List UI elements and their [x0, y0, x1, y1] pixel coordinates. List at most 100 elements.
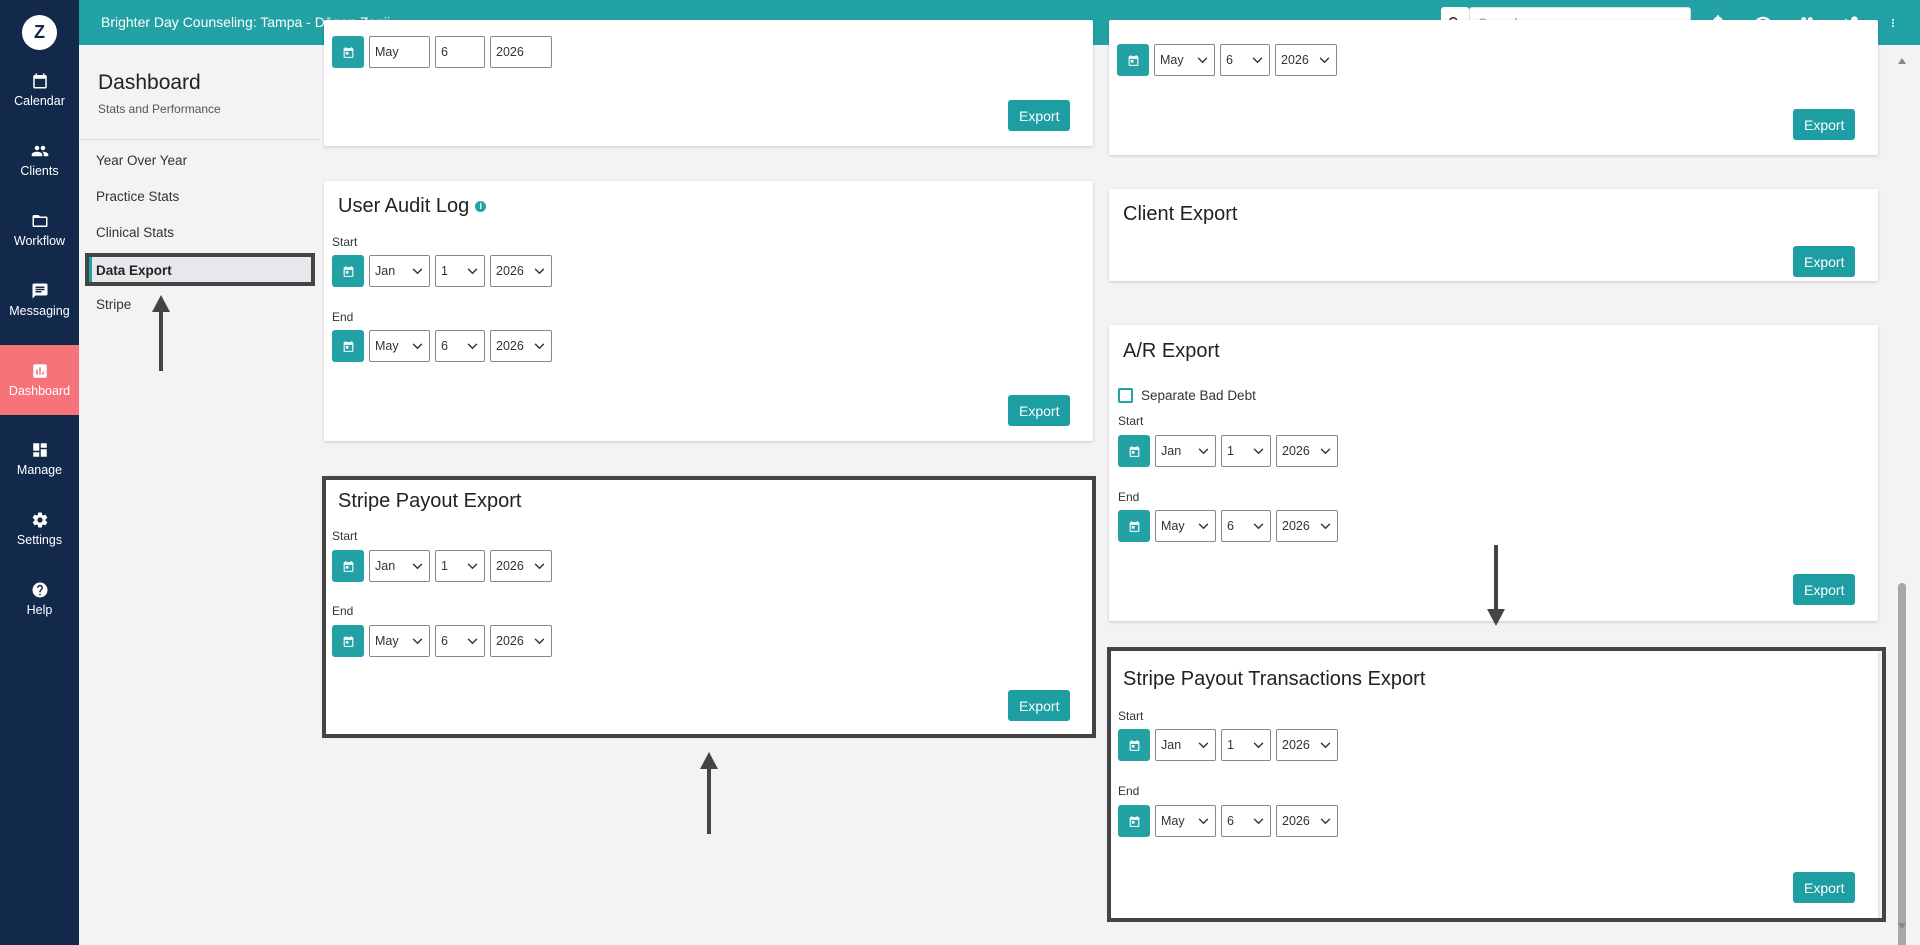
rail-item-messaging[interactable]: Messaging: [0, 267, 79, 333]
day-select[interactable]: 1: [435, 550, 485, 582]
export-button[interactable]: Export: [1793, 574, 1856, 605]
more-menu-button[interactable]: [1887, 12, 1899, 34]
chevron-down-icon: [534, 267, 545, 274]
chevron-down-icon: [534, 637, 545, 644]
subnav-item-stripe[interactable]: Stripe: [96, 297, 131, 312]
rail-label: Messaging: [9, 304, 70, 318]
export-button[interactable]: Export: [1008, 690, 1071, 721]
year-select[interactable]: 2026: [1276, 729, 1338, 761]
month-select[interactable]: Jan: [1155, 729, 1216, 761]
year-select[interactable]: 2026: [1276, 510, 1338, 542]
subnav-item-year-over-year[interactable]: Year Over Year: [96, 153, 187, 168]
chevron-down-icon: [1319, 56, 1330, 63]
year-select[interactable]: 2026: [1276, 805, 1338, 837]
year-select[interactable]: 2026: [490, 36, 552, 68]
rail-label: Clients: [20, 164, 59, 178]
calendar-icon: [343, 265, 353, 277]
rail-item-dashboard[interactable]: Dashboard: [0, 345, 79, 415]
calendar-button[interactable]: [1117, 44, 1149, 76]
rail-item-settings[interactable]: Settings: [0, 496, 79, 562]
year-select[interactable]: 2026: [490, 550, 552, 582]
export-button[interactable]: Export: [1793, 246, 1856, 277]
chevron-down-icon: [534, 562, 545, 569]
calendar-button[interactable]: [1118, 805, 1150, 837]
month-select[interactable]: May: [369, 36, 430, 68]
day-select[interactable]: 1: [435, 255, 485, 287]
day-select[interactable]: 1: [1221, 729, 1271, 761]
checkbox-label: Separate Bad Debt: [1141, 388, 1256, 403]
rail-item-calendar[interactable]: Calendar: [0, 57, 79, 123]
day-select[interactable]: 6: [1220, 44, 1270, 76]
calendar-button[interactable]: [332, 625, 364, 657]
month-select[interactable]: May: [1155, 510, 1216, 542]
year-select[interactable]: 2026: [490, 330, 552, 362]
year-select[interactable]: 2026: [490, 625, 552, 657]
divider: [79, 139, 320, 140]
calendar-button[interactable]: [1118, 729, 1150, 761]
export-button[interactable]: Export: [1793, 872, 1856, 903]
year-select[interactable]: 2026: [490, 255, 552, 287]
start-label: Start: [1118, 414, 1144, 428]
scroll-thumb[interactable]: [1898, 583, 1906, 945]
gear-icon: [32, 512, 47, 528]
chevron-down-icon: [1320, 817, 1331, 824]
rail-item-manage[interactable]: Manage: [0, 426, 79, 492]
subnav-item-practice-stats[interactable]: Practice Stats: [96, 189, 179, 204]
calendar-button[interactable]: [332, 330, 364, 362]
chevron-down-icon: [467, 267, 478, 274]
day-select[interactable]: 6: [1221, 805, 1271, 837]
calendar-button[interactable]: [332, 255, 364, 287]
info-icon[interactable]: i: [475, 201, 487, 213]
calendar-button[interactable]: [332, 36, 364, 68]
rail-item-help[interactable]: Help: [0, 566, 79, 632]
calendar-button[interactable]: [1118, 435, 1150, 467]
chevron-down-icon: [1253, 447, 1264, 454]
separate-bad-debt-checkbox[interactable]: [1118, 388, 1133, 403]
end-label: End: [1118, 490, 1140, 504]
message-icon: [32, 283, 47, 299]
day-select[interactable]: 6: [435, 36, 485, 68]
export-card-partial-left: May 6 2026 Export: [324, 20, 1093, 146]
annotation-arrow-down: [1487, 545, 1505, 626]
day-select[interactable]: 6: [1221, 510, 1271, 542]
calendar-icon: [343, 560, 353, 572]
calendar-button[interactable]: [1118, 510, 1150, 542]
subnav-header: Dashboard Stats and Performance: [98, 71, 221, 116]
rail-label: Calendar: [14, 94, 65, 108]
day-select[interactable]: 6: [435, 625, 485, 657]
day-select[interactable]: 1: [1221, 435, 1271, 467]
start-date-picker: Jan 1 2026: [1118, 729, 1343, 761]
scroll-down-icon[interactable]: [1898, 923, 1906, 929]
chevron-down-icon: [1253, 741, 1264, 748]
month-select[interactable]: May: [369, 625, 430, 657]
calendar-button[interactable]: [332, 550, 364, 582]
month-select[interactable]: May: [1155, 805, 1216, 837]
icon-rail: Z Calendar Clients Workflow Messaging Da…: [0, 0, 79, 945]
year-select[interactable]: 2026: [1275, 44, 1337, 76]
rail-item-clients[interactable]: Clients: [0, 127, 79, 193]
export-button[interactable]: Export: [1793, 109, 1856, 140]
export-button[interactable]: Export: [1008, 395, 1071, 426]
month-select[interactable]: May: [369, 330, 430, 362]
page-scrollbar[interactable]: [1895, 45, 1909, 945]
month-select[interactable]: Jan: [369, 550, 430, 582]
end-date-picker: May 6 2026: [332, 36, 557, 68]
page-title: Dashboard: [98, 71, 201, 94]
year-select[interactable]: 2026: [1276, 435, 1338, 467]
subnav-item-data-export[interactable]: Data Export: [85, 253, 315, 286]
start-date-picker: Jan 1 2026: [332, 255, 557, 287]
stripe-payout-export-card: Stripe Payout Export Start Jan 1 2026 En…: [324, 476, 1093, 736]
export-button[interactable]: Export: [1008, 100, 1071, 131]
month-select[interactable]: Jan: [1155, 435, 1216, 467]
rail-label: Workflow: [13, 234, 66, 248]
annotation-arrow-up: [152, 295, 170, 371]
chevron-down-icon: [1253, 522, 1264, 529]
subnav-item-clinical-stats[interactable]: Clinical Stats: [96, 225, 174, 240]
end-date-picker: May 6 2026: [1118, 510, 1343, 542]
scroll-up-icon[interactable]: [1898, 58, 1906, 64]
month-select[interactable]: Jan: [369, 255, 430, 287]
app-logo[interactable]: Z: [22, 15, 57, 50]
month-select[interactable]: May: [1154, 44, 1215, 76]
day-select[interactable]: 6: [435, 330, 485, 362]
rail-item-workflow[interactable]: Workflow: [0, 197, 79, 263]
